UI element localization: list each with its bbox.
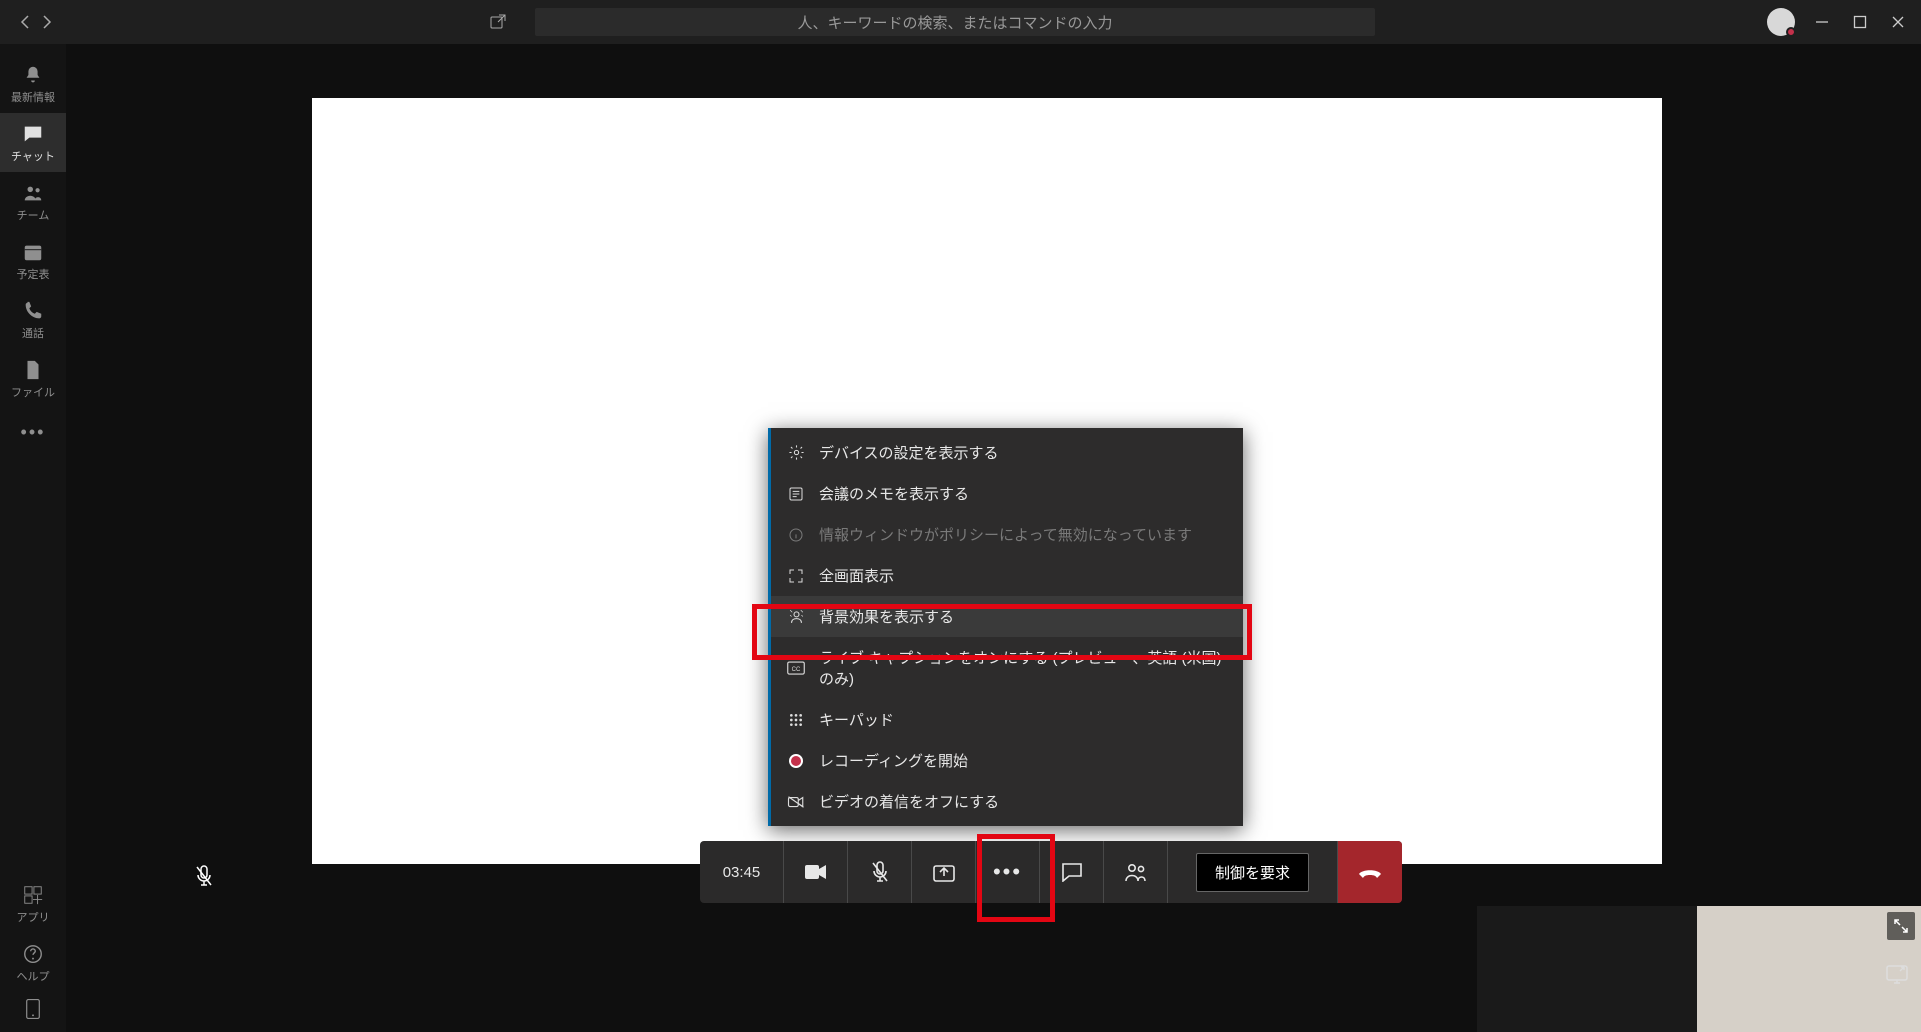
rail-label: 通話 bbox=[22, 325, 44, 341]
menu-start-recording[interactable]: レコーディングを開始 bbox=[771, 740, 1243, 781]
calendar-icon bbox=[22, 241, 44, 263]
rail-activity[interactable]: 最新情報 bbox=[0, 54, 66, 113]
more-actions-menu: デバイスの設定を表示する 会議のメモを表示する 情報ウィンドウがポリシーによって… bbox=[768, 428, 1243, 826]
back-button[interactable] bbox=[20, 15, 30, 29]
mobile-icon bbox=[22, 998, 44, 1020]
phone-icon bbox=[22, 300, 44, 322]
bell-icon bbox=[22, 64, 44, 86]
rail-label: チャット bbox=[11, 148, 55, 164]
rail-apps[interactable]: アプリ bbox=[0, 874, 66, 933]
more-icon: ••• bbox=[993, 859, 1022, 885]
fullscreen-icon bbox=[787, 567, 805, 585]
menu-label: デバイスの設定を表示する bbox=[819, 442, 999, 463]
menu-fullscreen[interactable]: 全画面表示 bbox=[771, 555, 1243, 596]
menu-label: 情報ウィンドウがポリシーによって無効になっています bbox=[819, 524, 1192, 545]
expand-thumbnail-button[interactable] bbox=[1887, 912, 1915, 940]
pop-out-icon[interactable] bbox=[490, 14, 506, 30]
menu-device-settings[interactable]: デバイスの設定を表示する bbox=[771, 432, 1243, 473]
apps-icon bbox=[22, 884, 44, 906]
participant-thumbnail-1[interactable] bbox=[1477, 906, 1697, 1032]
minimize-button[interactable] bbox=[1815, 15, 1833, 29]
rail-files[interactable]: ファイル bbox=[0, 349, 66, 408]
app-rail: 最新情報 チャット チーム 予定表 通話 ファイル ••• アプリ ヘルプ bbox=[0, 44, 66, 1032]
chat-button[interactable] bbox=[1040, 841, 1104, 903]
rail-more[interactable]: ••• bbox=[21, 408, 46, 457]
camera-button[interactable] bbox=[784, 841, 848, 903]
menu-keypad[interactable]: キーパッド bbox=[771, 699, 1243, 740]
menu-label: 会議のメモを表示する bbox=[819, 483, 969, 504]
record-icon bbox=[787, 752, 805, 770]
rail-label: ヘルプ bbox=[17, 968, 50, 984]
monitor-icon bbox=[1885, 963, 1909, 985]
cc-icon: CC bbox=[787, 659, 805, 677]
rail-label: 最新情報 bbox=[11, 89, 55, 105]
hangup-button[interactable] bbox=[1338, 841, 1402, 903]
menu-label: キーパッド bbox=[819, 709, 894, 730]
menu-label: ライブ キャプションをオンにする (プレビュー、英語 (米国) のみ) bbox=[819, 647, 1227, 689]
search-placeholder: 人、キーワードの検索、またはコマンドの入力 bbox=[797, 12, 1112, 33]
request-control-cell: 制御を要求 bbox=[1168, 841, 1338, 903]
local-mic-muted-icon bbox=[194, 864, 214, 888]
title-bar-right bbox=[1767, 8, 1921, 36]
info-icon bbox=[787, 526, 805, 544]
expand-icon bbox=[1893, 918, 1909, 934]
menu-label: ビデオの着信をオフにする bbox=[819, 791, 999, 812]
keypad-icon bbox=[787, 711, 805, 729]
menu-label: 全画面表示 bbox=[819, 565, 894, 586]
file-icon bbox=[22, 359, 44, 381]
menu-turn-off-incoming-video[interactable]: ビデオの着信をオフにする bbox=[771, 781, 1243, 822]
rail-label: アプリ bbox=[17, 909, 50, 925]
screen-share-panel-button[interactable] bbox=[1879, 956, 1915, 992]
video-off-icon bbox=[787, 793, 805, 811]
menu-label: 背景効果を表示する bbox=[819, 606, 954, 627]
close-button[interactable] bbox=[1891, 15, 1909, 29]
maximize-button[interactable] bbox=[1853, 15, 1871, 29]
chat-icon bbox=[22, 123, 44, 145]
people-icon bbox=[1124, 862, 1148, 882]
search-input[interactable]: 人、キーワードの検索、またはコマンドの入力 bbox=[535, 8, 1375, 36]
rail-chat[interactable]: チャット bbox=[0, 113, 66, 172]
profile-avatar[interactable] bbox=[1767, 8, 1795, 36]
menu-info-disabled: 情報ウィンドウがポリシーによって無効になっています bbox=[771, 514, 1243, 555]
background-effects-icon bbox=[787, 608, 805, 626]
request-control-button[interactable]: 制御を要求 bbox=[1196, 853, 1309, 892]
menu-live-captions[interactable]: CC ライブ キャプションをオンにする (プレビュー、英語 (米国) のみ) bbox=[771, 637, 1243, 699]
call-timer: 03:45 bbox=[700, 841, 784, 903]
help-icon bbox=[22, 943, 44, 965]
share-button[interactable] bbox=[912, 841, 976, 903]
menu-background-effects[interactable]: 背景効果を表示する bbox=[771, 596, 1243, 637]
rail-calendar[interactable]: 予定表 bbox=[0, 231, 66, 290]
chat-bubble-icon bbox=[1061, 862, 1083, 882]
rail-calls[interactable]: 通話 bbox=[0, 290, 66, 349]
forward-button[interactable] bbox=[42, 15, 52, 29]
menu-meeting-notes[interactable]: 会議のメモを表示する bbox=[771, 473, 1243, 514]
hangup-icon bbox=[1357, 864, 1383, 880]
participants-button[interactable] bbox=[1104, 841, 1168, 903]
camera-icon bbox=[804, 863, 828, 881]
rail-label: ファイル bbox=[11, 384, 55, 400]
timer-text: 03:45 bbox=[723, 864, 761, 881]
notes-icon bbox=[787, 485, 805, 503]
rail-help[interactable]: ヘルプ bbox=[0, 933, 66, 992]
rail-teams[interactable]: チーム bbox=[0, 172, 66, 231]
rail-device[interactable] bbox=[0, 992, 66, 1032]
presence-status-icon bbox=[1786, 27, 1796, 37]
more-actions-button[interactable]: ••• bbox=[976, 841, 1040, 903]
rail-label: 予定表 bbox=[17, 266, 50, 282]
mic-off-icon bbox=[870, 860, 890, 884]
gear-icon bbox=[787, 444, 805, 462]
menu-label: レコーディングを開始 bbox=[819, 750, 968, 771]
main-content: デバイスの設定を表示する 会議のメモを表示する 情報ウィンドウがポリシーによって… bbox=[66, 44, 1921, 1032]
call-toolbar: 03:45 ••• 制御を要求 bbox=[700, 841, 1402, 903]
svg-text:CC: CC bbox=[792, 667, 801, 673]
teams-icon bbox=[22, 182, 44, 204]
button-label: 制御を要求 bbox=[1215, 865, 1290, 882]
title-bar: 人、キーワードの検索、またはコマンドの入力 bbox=[0, 0, 1921, 44]
share-screen-icon bbox=[933, 862, 955, 882]
mic-button[interactable] bbox=[848, 841, 912, 903]
history-nav bbox=[20, 15, 52, 29]
participant-thumbnails bbox=[1477, 906, 1921, 1032]
rail-label: チーム bbox=[17, 207, 50, 223]
